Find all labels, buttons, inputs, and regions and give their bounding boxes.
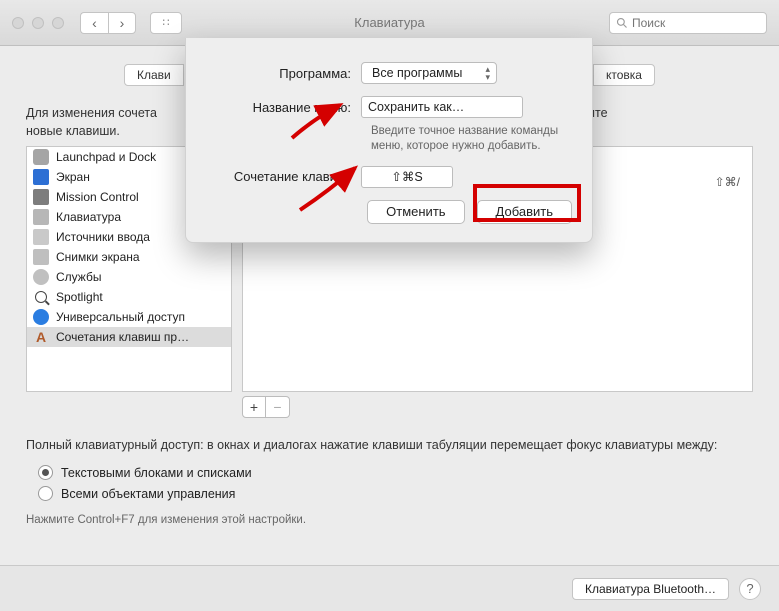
input-value: Сохранить как… (368, 100, 464, 114)
fka-radio-group: Текстовыми блоками и списками Всеми объе… (26, 462, 753, 504)
keyboard-icon (33, 209, 49, 225)
search-icon (616, 17, 628, 29)
menu-title-help: Введите точное название команды меню, ко… (371, 124, 572, 154)
search-input[interactable] (632, 16, 760, 30)
show-all-button[interactable]: ∷ (150, 12, 182, 34)
bluetooth-button[interactable]: Клавиатура Bluetooth… (572, 578, 729, 600)
radio-icon (38, 465, 53, 480)
spotlight-icon (33, 289, 49, 305)
list-item-label: Снимки экрана (56, 250, 140, 264)
button-label: Добавить (496, 204, 553, 219)
mission-control-icon (33, 189, 49, 205)
launchpad-icon (33, 149, 49, 165)
radio-icon (38, 486, 53, 501)
search-field[interactable] (609, 12, 767, 34)
radio-label: Всеми объектами управления (61, 487, 235, 501)
shortcut-label: Сочетание клавиш: (206, 169, 361, 184)
window-controls (12, 17, 64, 29)
add-shortcut-sheet: Программа: Все программы ▴▾ Название мен… (185, 38, 593, 243)
list-item[interactable]: Универсальный доступ (27, 307, 231, 327)
app-label: Программа: (206, 66, 361, 81)
list-item-label: Launchpad и Dock (56, 150, 156, 164)
radio-label: Текстовыми блоками и списками (61, 466, 252, 480)
list-item-label: Источники ввода (56, 230, 150, 244)
nav-buttons: ‹ › (80, 12, 136, 34)
list-item[interactable]: Службы (27, 267, 231, 287)
add-button[interactable]: + (242, 396, 266, 418)
zoom-icon[interactable] (52, 17, 64, 29)
button-label: Клавиатура Bluetooth… (585, 582, 716, 596)
list-item[interactable]: Снимки экрана (27, 247, 231, 267)
list-item-label: Spotlight (56, 290, 103, 304)
forward-button[interactable]: › (108, 12, 136, 34)
screenshot-icon (33, 249, 49, 265)
shortcut-input[interactable]: ⇧⌘S (361, 166, 453, 188)
menu-title-input[interactable]: Сохранить как… (361, 96, 523, 118)
button-label: Отменить (386, 204, 445, 219)
minimize-icon[interactable] (32, 17, 44, 29)
services-icon (33, 269, 49, 285)
list-item-label: Экран (56, 170, 90, 184)
chevron-updown-icon: ▴▾ (485, 65, 490, 81)
shortcut-display: ⇧⌘/ (715, 175, 740, 189)
fka-radio-text[interactable]: Текстовыми блоками и списками (26, 462, 753, 483)
app-select[interactable]: Все программы ▴▾ (361, 62, 497, 84)
tab-left-fragment[interactable]: Клави (124, 64, 184, 86)
full-keyboard-access-desc: Полный клавиатурный доступ: в окнах и ди… (26, 436, 753, 454)
footer: Клавиатура Bluetooth… ? (0, 565, 779, 611)
help-button[interactable]: ? (739, 578, 761, 600)
accessibility-icon (33, 309, 49, 325)
intro-line2: новые клавиши. (26, 124, 120, 138)
fka-hint: Нажмите Control+F7 для изменения этой на… (26, 514, 753, 526)
list-item-label: Универсальный доступ (56, 310, 185, 324)
close-icon[interactable] (12, 17, 24, 29)
tab-right-fragment[interactable]: ктовка (593, 64, 655, 86)
list-item-label: Службы (56, 270, 101, 284)
cancel-button[interactable]: Отменить (367, 200, 464, 224)
remove-button[interactable]: − (266, 396, 290, 418)
list-item-selected[interactable]: A Сочетания клавиш пр… (27, 327, 231, 347)
back-button[interactable]: ‹ (80, 12, 108, 34)
list-item-label: Mission Control (56, 190, 139, 204)
list-item[interactable]: Spotlight (27, 287, 231, 307)
select-value: Все программы (372, 66, 462, 80)
input-value: ⇧⌘S (391, 169, 422, 184)
add-remove-buttons: + − (242, 396, 753, 418)
input-sources-icon (33, 229, 49, 245)
add-confirm-button[interactable]: Добавить (477, 200, 572, 224)
menu-title-label: Название меню: (206, 100, 361, 115)
intro-line1: Для изменения сочета (26, 106, 157, 120)
display-icon (33, 169, 49, 185)
app-shortcuts-icon: A (33, 329, 49, 345)
fka-radio-all[interactable]: Всеми объектами управления (26, 483, 753, 504)
list-item-label: Сочетания клавиш пр… (56, 330, 189, 344)
list-item-label: Клавиатура (56, 210, 121, 224)
